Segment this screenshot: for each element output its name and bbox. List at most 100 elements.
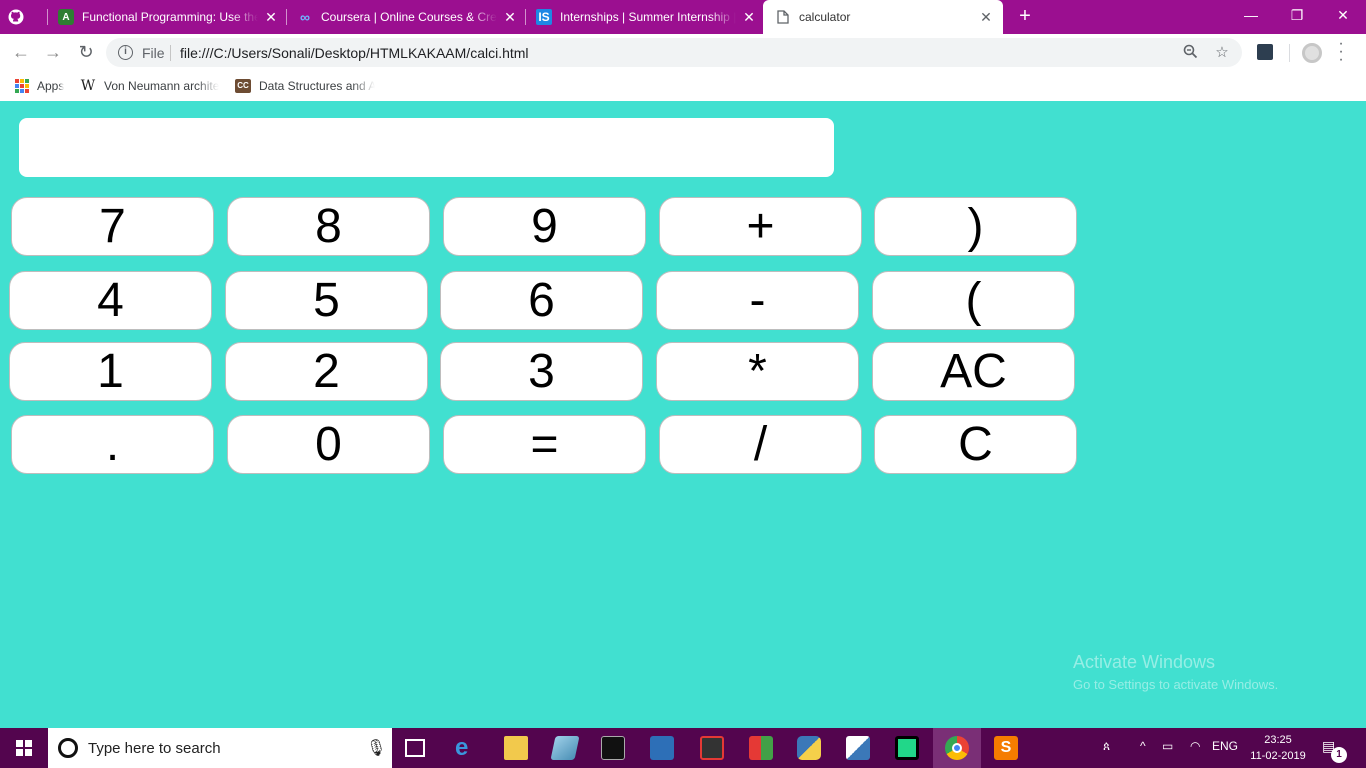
key-clear[interactable]: C bbox=[874, 415, 1077, 474]
key-close-paren[interactable]: ) bbox=[874, 197, 1077, 256]
key-decimal[interactable]: . bbox=[11, 415, 214, 474]
key-7[interactable]: 7 bbox=[11, 197, 214, 256]
python-icon[interactable] bbox=[797, 736, 821, 760]
key-multiply[interactable]: * bbox=[656, 342, 859, 401]
key-6[interactable]: 6 bbox=[440, 271, 643, 330]
close-tab-icon[interactable]: ✕ bbox=[501, 9, 519, 26]
calculator-page: 7 8 9 + ) 4 5 6 - ( 1 2 3 * AC . 0 = / C… bbox=[0, 101, 1366, 728]
key-9[interactable]: 9 bbox=[443, 197, 646, 256]
microphone-icon[interactable]: 🎙 bbox=[366, 738, 386, 758]
battery-icon[interactable]: ▭ bbox=[1162, 739, 1173, 753]
apps-grid-icon bbox=[15, 79, 29, 93]
clock-time: 23:25 bbox=[1264, 734, 1292, 746]
browser-toolbar: ← → ↻ i File file:///C:/Users/Sonali/Des… bbox=[0, 34, 1366, 71]
tab-calculator[interactable]: calculator ✕ bbox=[763, 0, 1003, 34]
sublime-text-icon[interactable]: S bbox=[994, 736, 1018, 760]
tab-title: calculator bbox=[799, 10, 851, 24]
minimize-button[interactable]: — bbox=[1228, 0, 1274, 30]
start-button[interactable] bbox=[0, 728, 48, 768]
file-explorer-icon[interactable] bbox=[504, 736, 528, 760]
internshala-icon: IS bbox=[536, 9, 552, 25]
key-5[interactable]: 5 bbox=[225, 271, 428, 330]
key-1[interactable]: 1 bbox=[9, 342, 212, 401]
key-equals[interactable]: = bbox=[443, 415, 646, 474]
tab-separator bbox=[525, 9, 526, 25]
key-8[interactable]: 8 bbox=[227, 197, 430, 256]
taskbar: Type here to search 🎙 e S ጰ ^ ▭ ◠ ENG 23… bbox=[0, 728, 1366, 768]
zoom-icon[interactable] bbox=[1181, 44, 1199, 62]
key-3[interactable]: 3 bbox=[440, 342, 643, 401]
bookmark-label: Von Neumann archite bbox=[104, 79, 220, 93]
key-2[interactable]: 2 bbox=[225, 342, 428, 401]
back-button[interactable]: ← bbox=[10, 41, 32, 63]
tab-strip: A Functional Programming: Use the ✕ ∞ Co… bbox=[0, 0, 1366, 34]
address-bar[interactable]: i File file:///C:/Users/Sonali/Desktop/H… bbox=[106, 38, 1242, 67]
key-divide[interactable]: / bbox=[659, 415, 862, 474]
toolbar-separator bbox=[1289, 44, 1290, 62]
restore-button[interactable]: ❐ bbox=[1274, 0, 1320, 30]
bookmark-star-icon[interactable]: ☆ bbox=[1213, 44, 1231, 62]
close-tab-icon[interactable]: ✕ bbox=[977, 9, 995, 26]
key-0[interactable]: 0 bbox=[227, 415, 430, 474]
search-placeholder: Type here to search bbox=[88, 740, 221, 757]
omnibox-separator bbox=[170, 45, 171, 61]
language-indicator[interactable]: ENG bbox=[1212, 739, 1238, 753]
wifi-icon[interactable]: ◠ bbox=[1190, 739, 1200, 753]
text-editor-icon[interactable] bbox=[650, 736, 674, 760]
key-minus[interactable]: - bbox=[656, 271, 859, 330]
github-icon bbox=[8, 9, 24, 25]
reload-button[interactable]: ↻ bbox=[75, 41, 97, 63]
tab-coursera[interactable]: ∞ Coursera | Online Courses & Cred ✕ bbox=[297, 4, 519, 30]
coursera-icon: ∞ bbox=[300, 9, 310, 25]
command-prompt-icon[interactable] bbox=[601, 736, 625, 760]
bookmarks-bar: Apps W Von Neumann archite CC Data Struc… bbox=[0, 71, 1366, 101]
task-view-icon[interactable] bbox=[405, 739, 425, 757]
calculator-display[interactable] bbox=[19, 118, 834, 177]
extension-icon[interactable] bbox=[1257, 44, 1273, 60]
notepad-icon[interactable] bbox=[550, 736, 580, 760]
pycharm-icon[interactable] bbox=[895, 736, 919, 760]
tab-title: Internships | Summer Internship | bbox=[560, 10, 736, 24]
python-file-icon[interactable] bbox=[846, 736, 870, 760]
key-4[interactable]: 4 bbox=[9, 271, 212, 330]
forward-button[interactable]: → bbox=[42, 41, 64, 63]
tab-functional-programming[interactable]: A Functional Programming: Use the ✕ bbox=[58, 4, 280, 30]
profile-avatar[interactable] bbox=[1302, 43, 1322, 63]
bookmark-label: Data Structures and A bbox=[259, 79, 375, 93]
bookmark-von-neumann[interactable]: W Von Neumann archite bbox=[80, 77, 220, 95]
tab-separator bbox=[47, 9, 48, 25]
close-tab-icon[interactable]: ✕ bbox=[740, 9, 758, 26]
show-hidden-icons[interactable]: ^ bbox=[1140, 739, 1146, 753]
bookmark-data-structures[interactable]: CC Data Structures and A bbox=[235, 77, 375, 95]
edge-icon[interactable]: e bbox=[455, 736, 479, 760]
scheme-label: File bbox=[142, 45, 165, 61]
cortana-icon bbox=[58, 738, 78, 758]
codechef-icon: CC bbox=[235, 79, 251, 93]
taskbar-search[interactable]: Type here to search 🎙 bbox=[48, 728, 392, 768]
tab-github[interactable] bbox=[8, 4, 46, 30]
key-open-paren[interactable]: ( bbox=[872, 271, 1075, 330]
tiles-app-icon[interactable] bbox=[749, 736, 773, 760]
url-text[interactable]: file:///C:/Users/Sonali/Desktop/HTMLKAKA… bbox=[180, 45, 529, 61]
key-all-clear[interactable]: AC bbox=[872, 342, 1075, 401]
activate-windows-subtitle: Go to Settings to activate Windows. bbox=[1073, 677, 1279, 692]
chrome-icon[interactable] bbox=[945, 736, 969, 760]
tab-title: Functional Programming: Use the bbox=[82, 10, 258, 24]
key-plus[interactable]: + bbox=[659, 197, 862, 256]
close-tab-icon[interactable]: ✕ bbox=[262, 9, 280, 26]
media-app-icon[interactable] bbox=[700, 736, 724, 760]
bookmark-label: Apps bbox=[37, 79, 65, 93]
clock[interactable]: 23:25 11-02-2019 bbox=[1248, 732, 1308, 764]
tab-separator bbox=[286, 9, 287, 25]
clock-date: 11-02-2019 bbox=[1250, 750, 1306, 762]
tab-internships[interactable]: IS Internships | Summer Internship | ✕ bbox=[536, 4, 758, 30]
info-icon[interactable]: i bbox=[118, 45, 133, 60]
notification-badge: 1 bbox=[1331, 747, 1347, 763]
menu-icon[interactable]: · · · bbox=[1334, 36, 1348, 68]
close-window-button[interactable]: ✕ bbox=[1320, 0, 1366, 30]
bookmark-apps[interactable]: Apps bbox=[15, 77, 64, 95]
new-tab-button[interactable]: + bbox=[1014, 5, 1036, 27]
android-dev-icon: A bbox=[58, 9, 74, 25]
people-icon[interactable]: ጰ bbox=[1103, 739, 1110, 754]
windows-logo-icon bbox=[16, 740, 32, 756]
